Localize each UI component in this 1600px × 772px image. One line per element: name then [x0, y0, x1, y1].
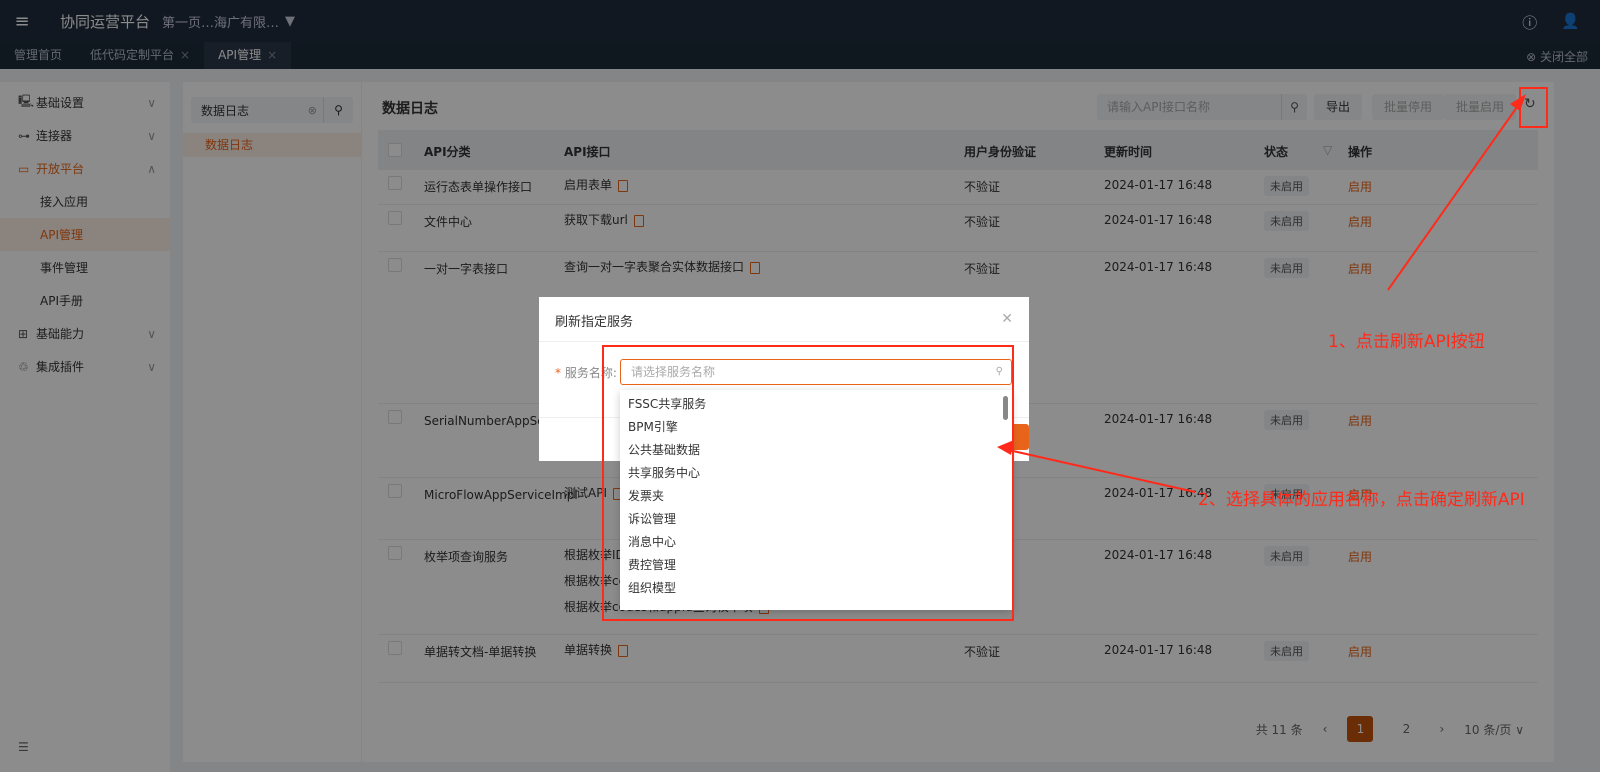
annotation-step2: 2、选择具体的应用名称，点击确定刷新API — [1198, 490, 1525, 510]
annotation-arrows — [997, 94, 1526, 493]
annotation-step1: 1、点击刷新API按钮 — [1328, 332, 1485, 352]
